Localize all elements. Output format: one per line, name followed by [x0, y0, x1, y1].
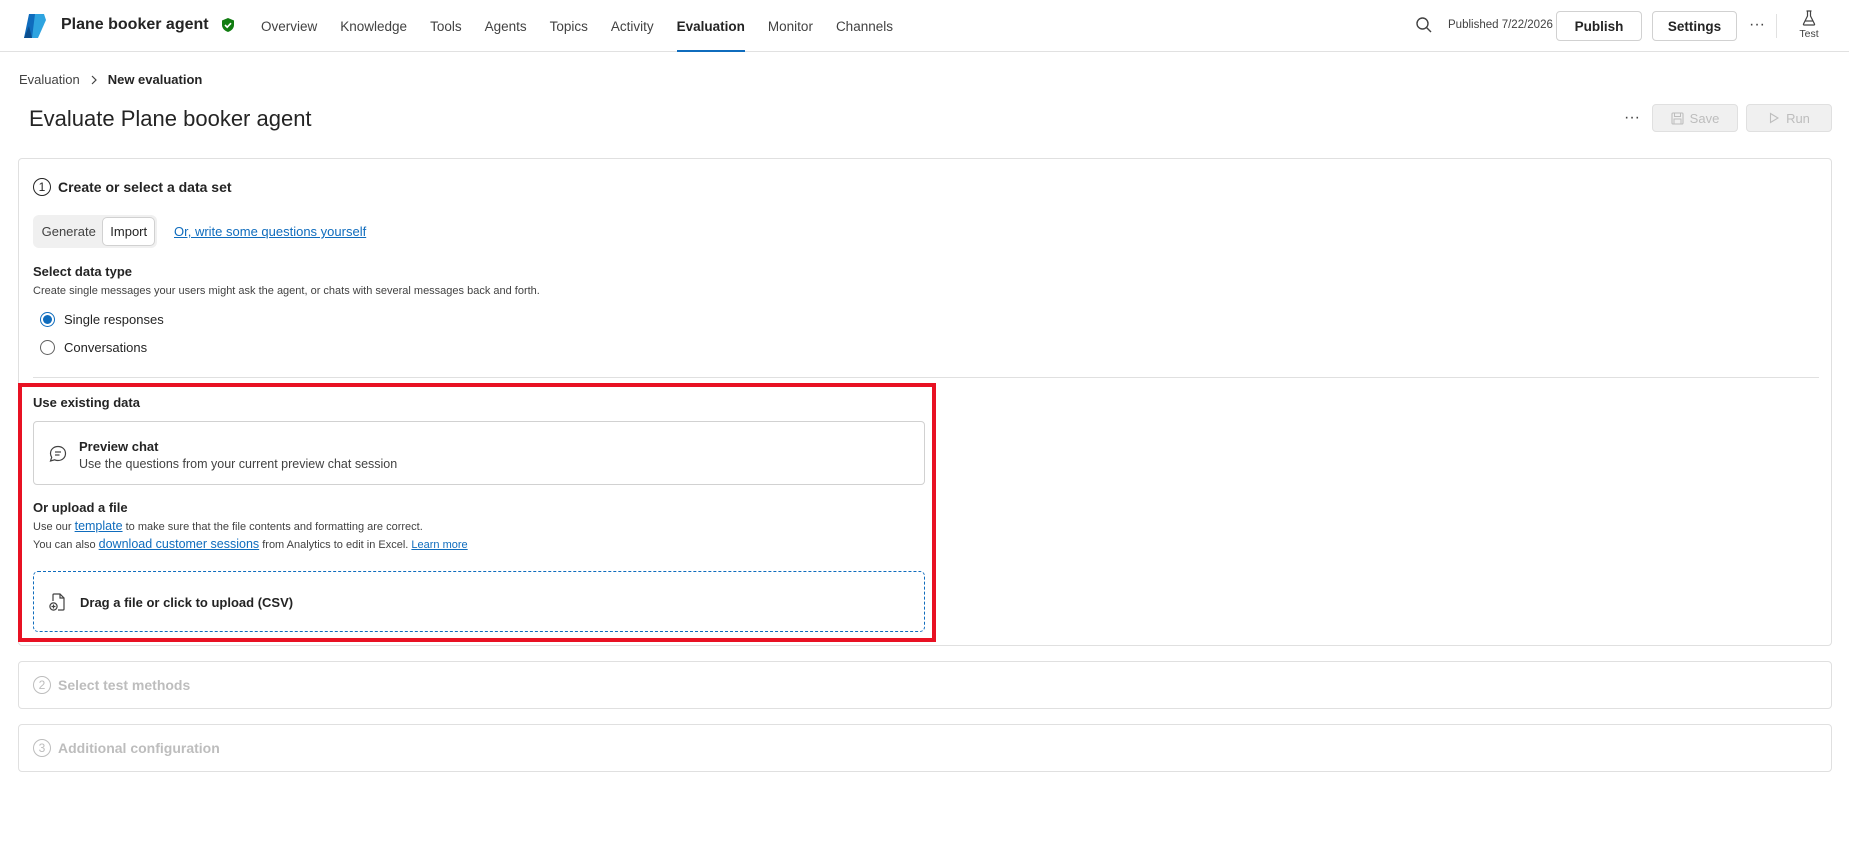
data-source-tabs: Generate Import [33, 215, 157, 248]
radio-selected-icon [40, 312, 55, 327]
breadcrumb: Evaluation New evaluation [19, 72, 202, 87]
sessions-hint: You can also download customer sessions … [33, 537, 468, 551]
data-type-label: Select data type [33, 264, 132, 279]
published-status: Published 7/22/2026 [1448, 19, 1553, 31]
document-add-icon [48, 592, 68, 612]
preview-chat-title: Preview chat [79, 439, 159, 454]
publish-button[interactable]: Publish [1556, 11, 1642, 41]
step1-title: Create or select a data set [58, 179, 232, 195]
tab-evaluation[interactable]: Evaluation [676, 0, 746, 52]
page-more-options-icon[interactable]: ··· [1620, 106, 1644, 130]
main-nav: Overview Knowledge Tools Agents Topics A… [261, 0, 916, 52]
step1-header: 1 Create or select a data set [33, 178, 232, 196]
step3-title: Additional configuration [58, 740, 220, 756]
chevron-right-icon [89, 75, 99, 85]
sessions-hint-pre: You can also [33, 539, 96, 551]
step2-card[interactable]: 2 Select test methods [18, 661, 1832, 709]
save-icon [1671, 111, 1684, 125]
flask-icon [1802, 10, 1816, 26]
template-hint-pre: Use our [33, 521, 72, 533]
write-questions-link[interactable]: Or, write some questions yourself [174, 224, 366, 239]
template-link[interactable]: template [75, 519, 123, 533]
copilot-studio-logo-icon [20, 12, 48, 40]
play-icon [1768, 112, 1780, 124]
run-label: Run [1786, 110, 1810, 126]
run-button[interactable]: Run [1746, 104, 1832, 132]
page-title: Evaluate Plane booker agent [29, 106, 312, 131]
test-button[interactable]: Test [1795, 8, 1823, 44]
sessions-hint-mid: from Analytics to edit in Excel. [262, 539, 409, 551]
step3-card[interactable]: 3 Additional configuration [18, 724, 1832, 772]
search-icon[interactable] [1415, 16, 1433, 34]
breadcrumb-current: New evaluation [107, 72, 203, 87]
tab-topics[interactable]: Topics [550, 0, 588, 52]
step1-number: 1 [33, 178, 51, 196]
shield-check-icon [220, 17, 236, 33]
save-label: Save [1689, 110, 1720, 126]
more-options-icon[interactable]: ··· [1745, 13, 1769, 37]
settings-button[interactable]: Settings [1652, 11, 1737, 41]
tab-activity[interactable]: Activity [611, 0, 654, 52]
learn-more-link[interactable]: Learn more [411, 539, 467, 551]
step3-number: 3 [33, 739, 51, 757]
radio-unselected-icon [40, 340, 55, 355]
top-bar: Plane booker agent Overview Knowledge To… [0, 0, 1849, 52]
radio-conversations-label: Conversations [64, 340, 148, 355]
download-sessions-link[interactable]: download customer sessions [99, 537, 260, 551]
data-type-hint: Create single messages your users might … [33, 285, 540, 297]
upload-dropzone-label: Drag a file or click to upload (CSV) [80, 595, 294, 610]
preview-chat-description: Use the questions from your current prev… [79, 457, 398, 471]
app-title: Plane booker agent [61, 16, 209, 33]
tab-tools[interactable]: Tools [430, 0, 462, 52]
step2-title: Select test methods [58, 677, 191, 693]
chat-icon [48, 444, 68, 464]
radio-single-responses[interactable]: Single responses [40, 312, 164, 327]
radio-conversations[interactable]: Conversations [40, 340, 147, 355]
file-upload-dropzone[interactable]: Drag a file or click to upload (CSV) [33, 571, 925, 632]
upload-file-label: Or upload a file [33, 500, 128, 515]
tab-agents[interactable]: Agents [485, 0, 527, 52]
preview-chat-option[interactable]: Preview chat Use the questions from your… [33, 421, 925, 485]
step2-header: 2 Select test methods [33, 676, 190, 694]
tab-overview[interactable]: Overview [261, 0, 317, 52]
tab-generate[interactable]: Generate [35, 217, 102, 246]
test-label: Test [1799, 28, 1819, 40]
breadcrumb-evaluation-link[interactable]: Evaluation [19, 72, 80, 87]
step2-number: 2 [33, 676, 51, 694]
radio-single-label: Single responses [64, 312, 164, 327]
tab-import[interactable]: Import [102, 217, 155, 246]
template-hint: Use our template to make sure that the f… [33, 519, 423, 533]
tab-channels[interactable]: Channels [836, 0, 893, 52]
step3-header: 3 Additional configuration [33, 739, 220, 757]
header-divider [1776, 14, 1777, 38]
template-hint-post: to make sure that the file contents and … [125, 521, 423, 533]
existing-data-label: Use existing data [33, 395, 140, 410]
tab-monitor[interactable]: Monitor [768, 0, 813, 52]
tab-knowledge[interactable]: Knowledge [340, 0, 407, 52]
section-divider [33, 377, 1819, 378]
save-button[interactable]: Save [1652, 104, 1738, 132]
